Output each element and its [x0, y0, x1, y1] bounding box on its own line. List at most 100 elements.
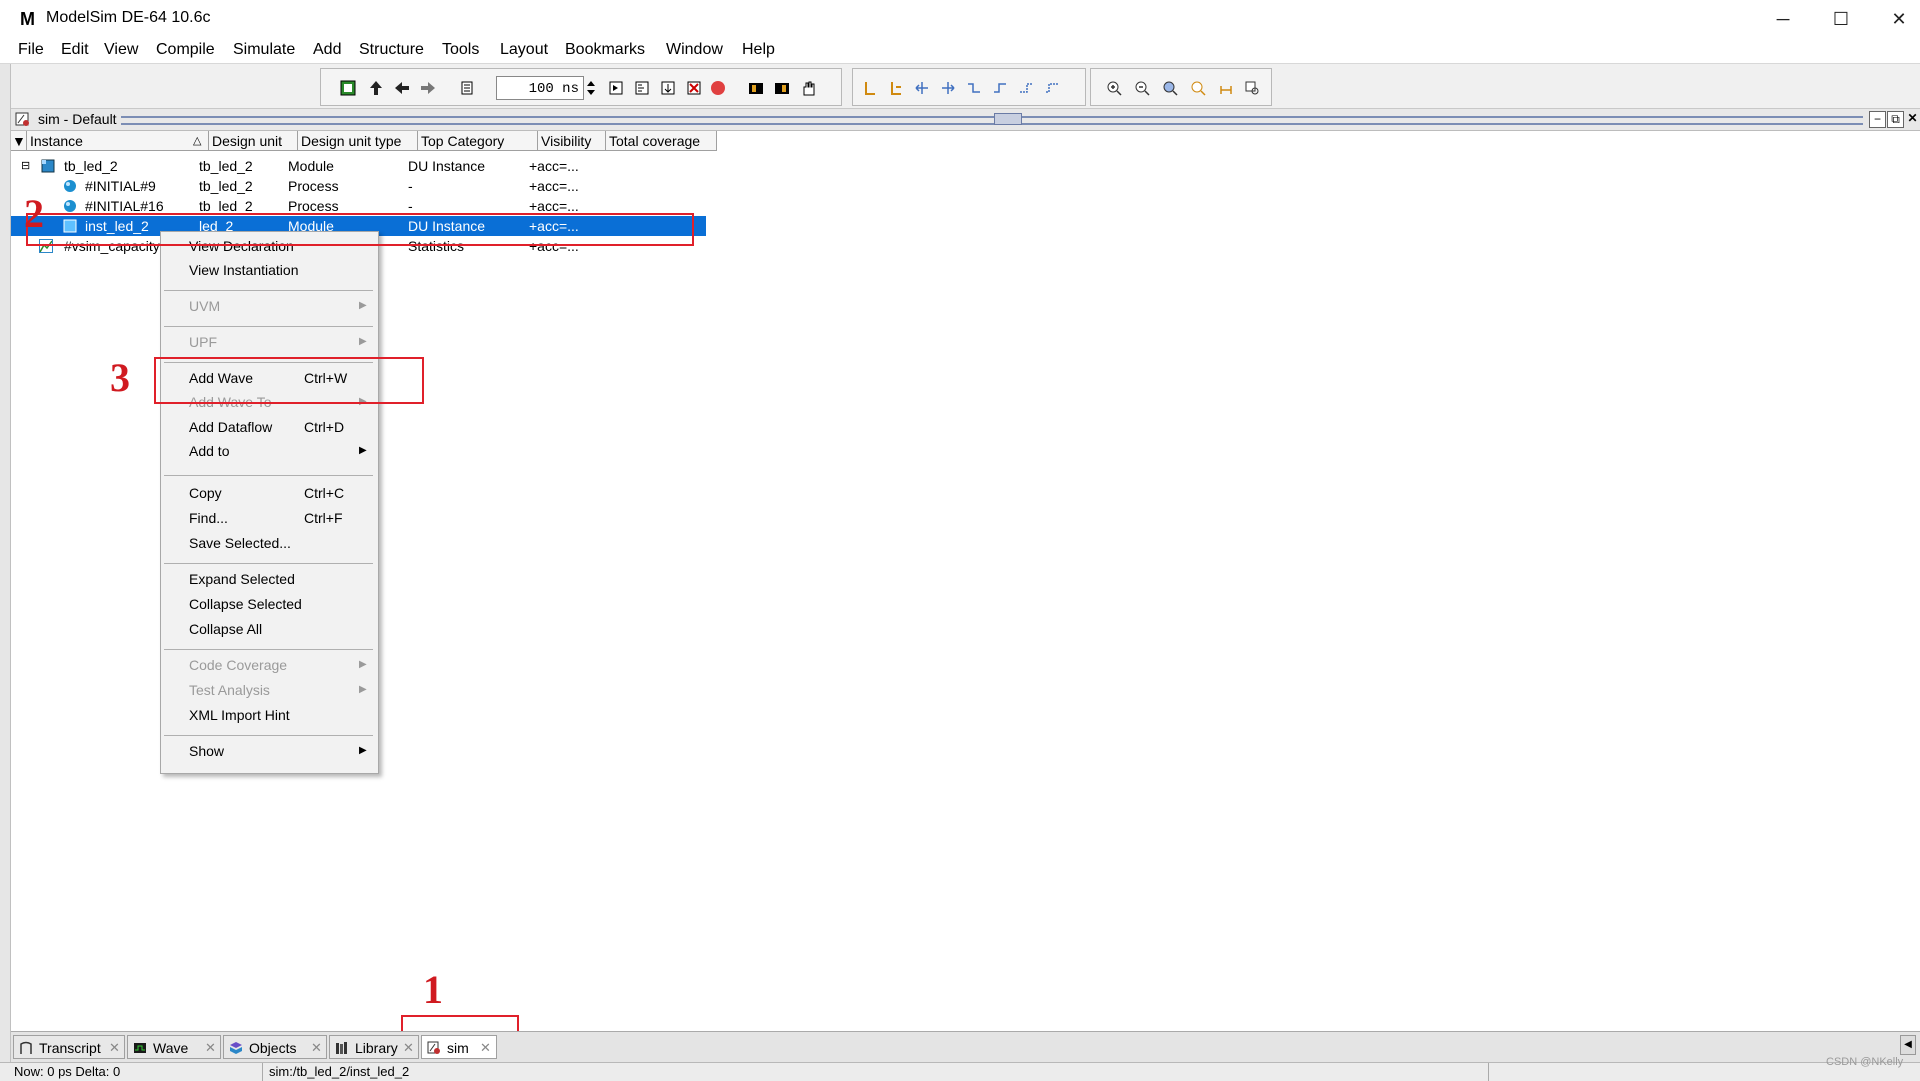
column-total-coverage[interactable]: Total coverage — [606, 131, 717, 151]
break-icon[interactable] — [683, 77, 705, 99]
menu-view[interactable]: View — [104, 41, 138, 59]
tab-close-icon[interactable]: ✕ — [109, 1036, 120, 1060]
visibility: +acc=... — [529, 178, 579, 194]
pane-drag-handle[interactable] — [121, 116, 1863, 125]
menu-structure[interactable]: Structure — [359, 41, 424, 59]
tab-close-icon[interactable]: ✕ — [311, 1036, 322, 1060]
tab-close-icon[interactable]: ✕ — [480, 1036, 491, 1060]
tab-scroll-icon[interactable]: ◀ — [1900, 1035, 1916, 1055]
column-design-unit-type[interactable]: Design unit type — [298, 131, 418, 151]
menu-bar: File Edit View Compile Simulate Add Stru… — [0, 38, 1920, 64]
column-instance[interactable]: Instance △ — [27, 131, 209, 151]
menu-simulate[interactable]: Simulate — [233, 41, 295, 59]
next-transition-icon[interactable] — [937, 77, 959, 99]
zoom-out-icon[interactable] — [1131, 77, 1153, 99]
column-design-unit[interactable]: Design unit — [209, 131, 298, 151]
menu-item-xml-import-hint[interactable]: XML Import Hint — [189, 703, 369, 727]
insert-cursor-icon[interactable] — [859, 77, 881, 99]
delete-cursor-icon[interactable] — [885, 77, 907, 99]
column-filter-icon[interactable]: ▼ — [11, 131, 27, 151]
menu-add[interactable]: Add — [313, 41, 341, 59]
collapse-toggle-icon[interactable]: ⊟ — [21, 156, 30, 176]
tab-library[interactable]: Library ✕ — [329, 1035, 419, 1059]
falling-edge-icon[interactable] — [963, 77, 985, 99]
simulation-toolbar: 100 ns — [320, 68, 842, 106]
menu-item-upf[interactable]: UPF ▶ — [189, 330, 369, 354]
zoom-region-icon[interactable] — [1241, 77, 1263, 99]
previous-transition-icon[interactable] — [911, 77, 933, 99]
menu-item-collapse-all[interactable]: Collapse All — [189, 617, 369, 641]
column-visibility[interactable]: Visibility — [538, 131, 606, 151]
menu-item-uvm[interactable]: UVM ▶ — [189, 294, 369, 318]
menu-separator — [164, 475, 373, 476]
menu-file[interactable]: File — [18, 41, 44, 59]
table-row[interactable]: ⊟ tb_led_2 tb_led_2 Module DU Instance +… — [11, 156, 706, 176]
menu-item-show[interactable]: Show ▶ — [189, 739, 369, 763]
back-arrow-icon[interactable] — [391, 77, 413, 99]
menu-edit[interactable]: Edit — [61, 41, 89, 59]
menu-tools[interactable]: Tools — [442, 41, 479, 59]
run-length-spinner-icon[interactable] — [586, 77, 598, 99]
menu-item-label: UPF — [189, 334, 217, 350]
close-button[interactable]: ✕ — [1876, 4, 1920, 34]
menu-compile[interactable]: Compile — [156, 41, 215, 59]
menu-item-add-to[interactable]: Add to ▶ — [189, 439, 369, 463]
menu-separator — [164, 649, 373, 650]
edge-left-icon[interactable] — [1015, 77, 1037, 99]
menu-item-save-selected[interactable]: Save Selected... — [189, 531, 369, 555]
run-all-icon[interactable] — [657, 77, 679, 99]
watermark: CSDN @NKelly — [1826, 1056, 1904, 1068]
run-icon[interactable] — [605, 77, 627, 99]
minimize-button[interactable]: ─ — [1760, 4, 1806, 34]
sim-pane-icon — [15, 112, 29, 126]
run-length-icon[interactable] — [457, 77, 479, 99]
column-top-category[interactable]: Top Category — [418, 131, 538, 151]
zoom-range-icon[interactable] — [1215, 77, 1237, 99]
menu-item-expand-selected[interactable]: Expand Selected — [189, 567, 369, 591]
zoom-cursor-icon[interactable] — [1187, 77, 1209, 99]
menu-item-collapse-selected[interactable]: Collapse Selected — [189, 592, 369, 616]
tab-wave[interactable]: Wave ✕ — [127, 1035, 221, 1059]
tab-label: Objects — [249, 1040, 297, 1056]
hand-icon[interactable] — [797, 77, 819, 99]
restart-icon[interactable] — [337, 77, 359, 99]
rising-edge-icon[interactable] — [989, 77, 1011, 99]
menu-window[interactable]: Window — [666, 41, 723, 59]
tab-objects[interactable]: Objects ✕ — [223, 1035, 327, 1059]
design-unit-type: Process — [288, 178, 339, 194]
tab-close-icon[interactable]: ✕ — [403, 1036, 414, 1060]
submenu-arrow-icon: ▶ — [359, 684, 367, 695]
menu-bookmarks[interactable]: Bookmarks — [565, 41, 645, 59]
pane-minimize-icon[interactable]: − — [1869, 111, 1886, 128]
zoom-full-icon[interactable] — [1159, 77, 1181, 99]
menu-help[interactable]: Help — [742, 41, 775, 59]
pane-grip-knob[interactable] — [994, 113, 1022, 125]
menu-item-add-dataflow[interactable]: Add Dataflow Ctrl+D — [189, 415, 369, 439]
pane-undock-icon[interactable]: ⧉ — [1887, 111, 1904, 128]
run-length-input[interactable]: 100 ns — [496, 76, 584, 100]
zoom-in-icon[interactable] — [1103, 77, 1125, 99]
menu-item-label: Show — [189, 743, 225, 759]
up-arrow-icon[interactable] — [365, 77, 387, 99]
tab-close-icon[interactable]: ✕ — [205, 1036, 216, 1060]
menu-item-code-coverage[interactable]: Code Coverage ▶ — [189, 653, 369, 677]
menu-item-view-instantiation[interactable]: View Instantiation — [189, 258, 369, 282]
annotation-box-3 — [154, 357, 424, 404]
maximize-button[interactable]: ☐ — [1818, 4, 1864, 34]
table-row[interactable]: #INITIAL#9 tb_led_2 Process - +acc=... — [11, 176, 706, 196]
instance-name: tb_led_2 — [64, 158, 118, 174]
menu-item-find[interactable]: Find... Ctrl+F — [189, 506, 369, 530]
step-over-icon[interactable] — [771, 77, 793, 99]
edge-right-icon[interactable] — [1041, 77, 1063, 99]
menu-layout[interactable]: Layout — [500, 41, 548, 59]
stop-icon[interactable] — [707, 77, 729, 99]
pane-close-icon[interactable]: ✕ — [1905, 111, 1920, 126]
continue-run-icon[interactable] — [631, 77, 653, 99]
forward-arrow-icon[interactable] — [417, 77, 439, 99]
design-unit: tb_led_2 — [199, 158, 253, 174]
step-icon[interactable] — [745, 77, 767, 99]
menu-item-test-analysis[interactable]: Test Analysis ▶ — [189, 678, 369, 702]
tab-transcript[interactable]: Transcript ✕ — [13, 1035, 125, 1059]
tab-sim[interactable]: sim ✕ — [421, 1035, 497, 1059]
menu-item-copy[interactable]: Copy Ctrl+C — [189, 481, 369, 505]
